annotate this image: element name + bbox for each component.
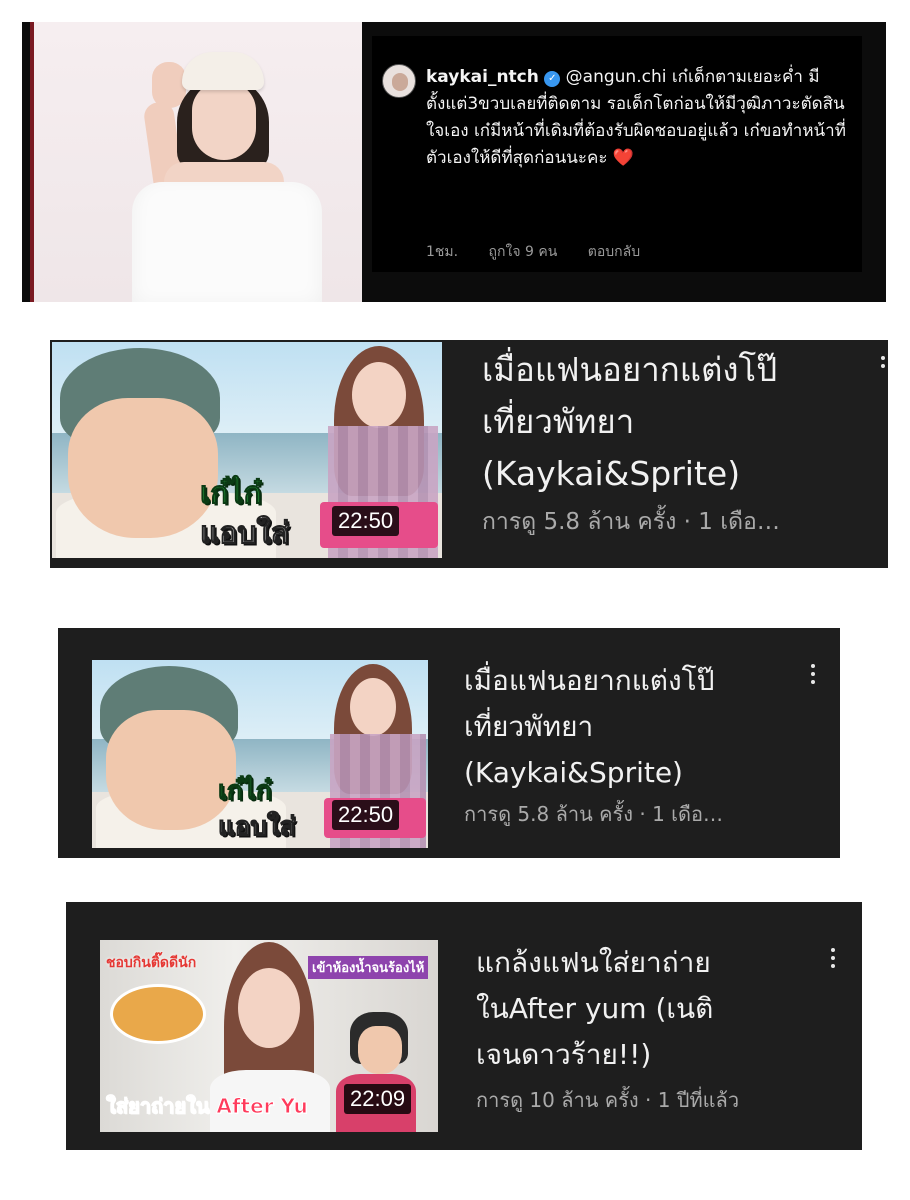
comment-likes[interactable]: ถูกใจ 9 คน — [489, 244, 558, 260]
video-thumbnail[interactable]: ชอบกินติ๊ดดีนัก เข้าห้องน้ำจนร้องไห้ ใส่… — [100, 940, 438, 1132]
comment-time: 1ชม. — [426, 244, 459, 260]
video-title[interactable]: เมื่อแฟนอยากแต่งโป๊ เที่ยวพัทยา (Kaykai&… — [482, 344, 872, 500]
comment-text: kaykai_ntch ✓ @angun.chi เก๋เด็กตามเยอะค… — [426, 64, 856, 172]
divider — [30, 22, 34, 302]
heart-icon: ❤️ — [612, 148, 635, 168]
profile-photo-image — [32, 22, 362, 302]
comment-box: kaykai_ntch ✓ @angun.chi เก๋เด็กตามเยอะค… — [372, 36, 862, 272]
video-duration-badge: 22:50 — [332, 506, 400, 536]
video-meta: การดู 10 ล้าน ครั้ง · 1 ปีที่แล้ว — [476, 1088, 740, 1112]
reply-button[interactable]: ตอบกลับ — [588, 244, 640, 260]
video-title[interactable]: เมื่อแฟนอยากแต่งโป๊ เที่ยวพัทยา (Kaykai&… — [464, 658, 804, 796]
video-card[interactable]: ชอบกินติ๊ดดีนัก เข้าห้องน้ำจนร้องไห้ ใส่… — [66, 902, 862, 1150]
video-thumbnail[interactable]: เก๋ไก๋ แอบใส่ 22:50 — [92, 660, 428, 848]
video-duration-badge: 22:50 — [332, 800, 400, 830]
more-options-icon[interactable] — [810, 664, 816, 688]
video-card[interactable]: เก๋ไก๋ แอบใส่ 22:50 เมื่อแฟนอยากแต่งโป๊ … — [50, 340, 888, 568]
video-meta: การดู 5.8 ล้าน ครั้ง · 1 เดือ… — [482, 509, 780, 535]
video-duration-badge: 22:09 — [344, 1084, 412, 1114]
thumbnail-text-bottom: แอบใส่ — [199, 516, 290, 552]
comment-username[interactable]: kaykai_ntch — [426, 67, 539, 87]
verified-icon: ✓ — [544, 71, 561, 87]
more-options-icon[interactable] — [830, 948, 836, 972]
video-title[interactable]: แกล้งแฟนใส่ยาถ่าย ในAfter yum (เนติ เจนด… — [476, 940, 826, 1078]
thumbnail-text-bottom: แอบใส่ — [217, 812, 296, 843]
more-options-icon[interactable] — [880, 356, 886, 372]
thumbnail-text-side: เข้าห้องน้ำจนร้องไห้ — [308, 956, 429, 979]
avatar[interactable] — [382, 64, 416, 98]
cap-image — [182, 52, 264, 90]
video-card[interactable]: เก๋ไก๋ แอบใส่ 22:50 เมื่อแฟนอยากแต่งโป๊ … — [58, 628, 840, 858]
instagram-comment-screenshot: kaykai_ntch ✓ @angun.chi เก๋เด็กตามเยอะค… — [22, 22, 886, 302]
thumbnail-text-top: ชอบกินติ๊ดดีนัก — [106, 955, 197, 971]
comment-meta: 1ชม. ถูกใจ 9 คน ตอบกลับ — [426, 241, 666, 263]
comment-mention[interactable]: @angun.chi — [566, 67, 667, 87]
thumbnail-text-bottom: ใส่ยาถ่ายใน After Yu — [106, 1094, 309, 1119]
video-meta: การดู 5.8 ล้าน ครั้ง · 1 เดือ… — [464, 802, 723, 826]
video-thumbnail[interactable]: เก๋ไก๋ แอบใส่ 22:50 — [52, 342, 442, 558]
thumbnail-text-top: เก๋ไก๋ — [217, 776, 272, 807]
